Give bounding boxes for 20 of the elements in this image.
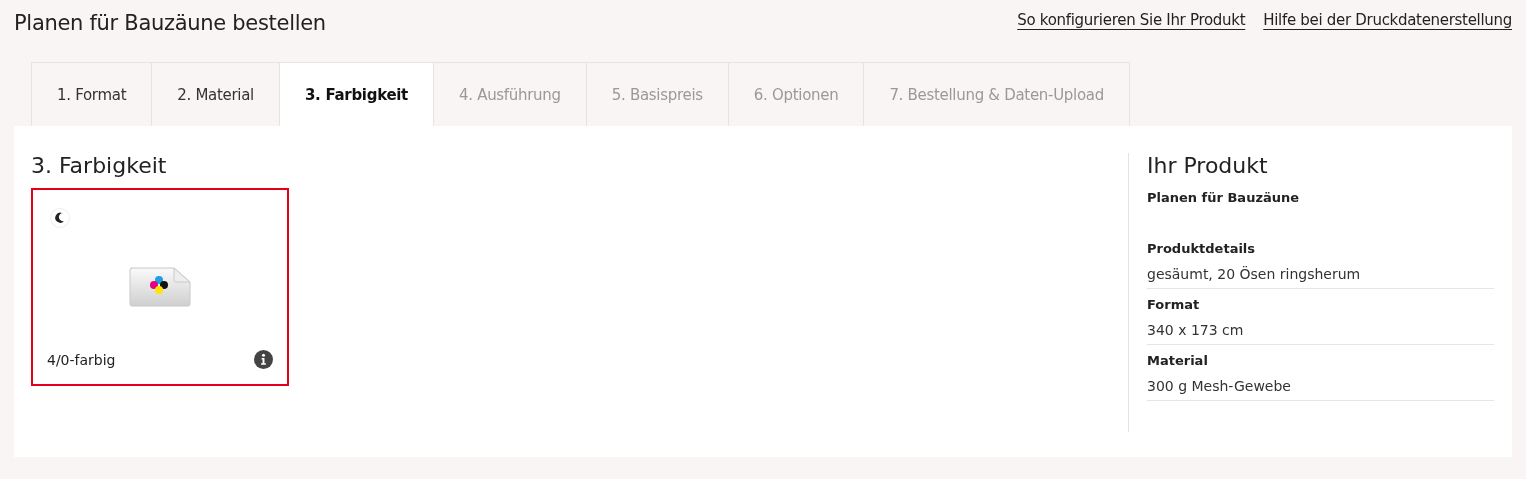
- moon-icon[interactable]: [50, 208, 70, 228]
- color-document-icon: [128, 266, 192, 308]
- detail-label: Produktdetails: [1147, 241, 1257, 256]
- info-icon[interactable]: [254, 350, 273, 369]
- section-title: 3. Farbigkeit: [31, 153, 168, 178]
- step-tab[interactable]: 2. Material: [151, 62, 279, 126]
- help-link[interactable]: Hilfe bei der Druckdatenerstellung: [1263, 11, 1512, 29]
- product-name: Planen für Bauzäune: [1147, 190, 1301, 205]
- detail-value: gesäumt, 20 Ösen ringsherum: [1147, 266, 1362, 282]
- step-tab[interactable]: 1. Format: [31, 62, 152, 126]
- summary-title: Ihr Produkt: [1147, 153, 1269, 178]
- step-tab[interactable]: 3. Farbigkeit: [278, 62, 433, 126]
- detail-value: 340 x 173 cm: [1147, 322, 1245, 338]
- detail-label: Format: [1147, 297, 1201, 312]
- detail-value: 300 g Mesh-Gewebe: [1147, 378, 1292, 394]
- option-label: 4/0-farbig: [47, 351, 116, 368]
- option-card[interactable]: 4/0-farbig: [31, 188, 289, 386]
- page-title: Planen für Bauzäune bestellen: [14, 11, 326, 35]
- detail-label: Material: [1147, 353, 1209, 368]
- help-link[interactable]: So konfigurieren Sie Ihr Produkt: [1017, 11, 1246, 29]
